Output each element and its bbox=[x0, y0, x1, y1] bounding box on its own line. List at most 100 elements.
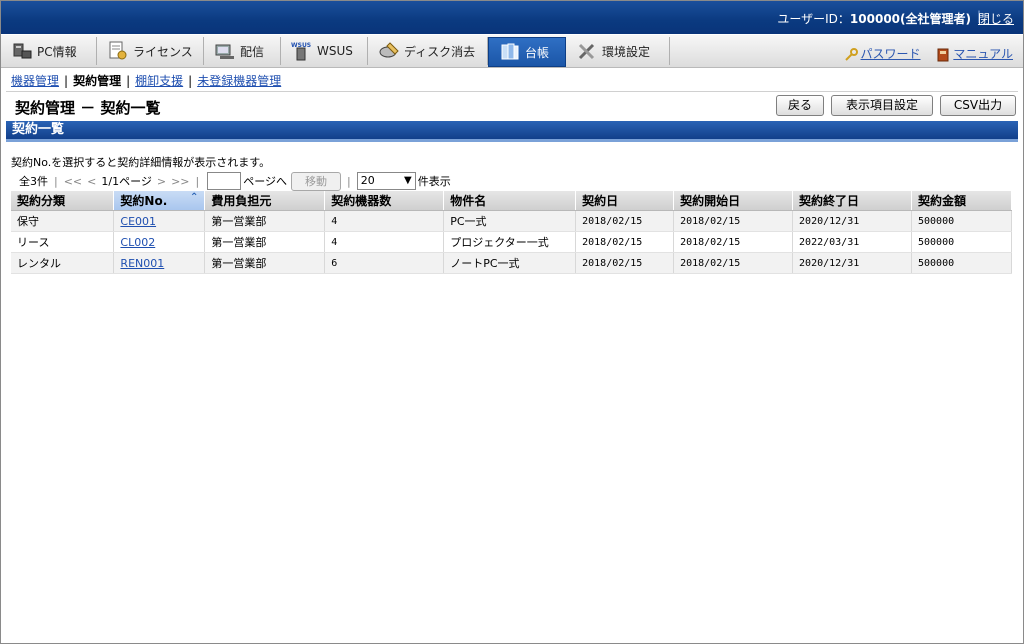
cell-amount: 500000 bbox=[911, 231, 1013, 253]
tab-delivery[interactable]: 配信 bbox=[204, 37, 281, 65]
cell-contract-date: 2018/02/15 bbox=[575, 210, 675, 232]
user-prefix: ユーザーID： bbox=[777, 12, 850, 26]
manual-icon bbox=[936, 48, 950, 62]
tab-label: 配信 bbox=[240, 44, 265, 59]
cell-category: レンタル bbox=[11, 252, 115, 274]
contract-no-link[interactable]: CL002 bbox=[120, 236, 155, 249]
cell-end-date: 2020/12/31 bbox=[792, 252, 912, 274]
column-header[interactable]: 物件名 bbox=[443, 191, 577, 211]
cell-amount: 500000 bbox=[911, 252, 1013, 274]
column-header[interactable]: 契約開始日 bbox=[673, 191, 794, 211]
cell-item-name: プロジェクター一式 bbox=[443, 231, 577, 253]
chevron-down-icon: ▼ bbox=[404, 175, 412, 186]
tools-icon bbox=[576, 40, 598, 62]
key-icon bbox=[844, 47, 858, 62]
tab-label: ディスク消去 bbox=[404, 44, 476, 59]
cell-start-date: 2018/02/15 bbox=[673, 210, 794, 232]
tab-pc-info[interactable]: PC情報 bbox=[1, 37, 97, 65]
cell-start-date: 2018/02/15 bbox=[673, 252, 794, 274]
tab-label: 台帳 bbox=[525, 45, 550, 60]
cell-end-date: 2020/12/31 bbox=[792, 210, 912, 232]
table-row: リース CL002 第一営業部 4 プロジェクター一式 2018/02/15 2… bbox=[11, 231, 1013, 253]
contract-table: 契約分類 契約No. ⌃ 費用負担元 契約機器数 物件名 契約日 契約開始日 契約… bbox=[11, 191, 1013, 274]
cell-category: リース bbox=[11, 231, 115, 253]
password-link[interactable]: パスワード bbox=[861, 47, 921, 61]
cell-cost-owner: 第一営業部 bbox=[204, 210, 326, 232]
cell-device-count: 6 bbox=[324, 252, 445, 274]
subnav-equipment[interactable]: 機器管理 bbox=[11, 74, 59, 88]
pagination: 全3件 | << < 1/1ページ > >> | ページへ 移動 | 20 ▼ 件… bbox=[19, 171, 451, 191]
tab-settings[interactable]: 環境設定 bbox=[566, 37, 670, 65]
column-header[interactable]: 契約機器数 bbox=[324, 191, 445, 211]
tab-disk-erase[interactable]: ディスク消去 bbox=[368, 37, 488, 65]
cell-amount: 500000 bbox=[911, 210, 1013, 232]
display-settings-button[interactable]: 表示項目設定 bbox=[831, 95, 933, 116]
manual-link[interactable]: マニュアル bbox=[953, 47, 1013, 61]
delivery-icon bbox=[214, 40, 236, 62]
cell-cost-owner: 第一営業部 bbox=[204, 231, 326, 253]
cell-device-count: 4 bbox=[324, 231, 445, 253]
csv-export-button[interactable]: CSV出力 bbox=[940, 95, 1016, 116]
contract-no-link[interactable]: CE001 bbox=[120, 215, 156, 228]
subnav-unregistered[interactable]: 未登録機器管理 bbox=[197, 74, 281, 88]
cell-end-date: 2022/03/31 bbox=[792, 231, 912, 253]
first-page-link: << bbox=[63, 174, 83, 188]
main-tab-bar: PC情報 ライセンス 配信 WSUS WSUS ディスク消去 台帳 環境設定 パ… bbox=[1, 35, 1023, 68]
per-page-value: 20 bbox=[360, 174, 375, 187]
subnav-inventory[interactable]: 棚卸支援 bbox=[135, 74, 183, 88]
page-suffix: ページへ bbox=[243, 175, 288, 188]
total-count: 全3件 bbox=[19, 175, 48, 188]
ledger-icon bbox=[499, 41, 521, 63]
page-info: 1/1ページ bbox=[101, 175, 152, 188]
column-header[interactable]: 契約終了日 bbox=[792, 191, 912, 211]
column-header[interactable]: 費用負担元 bbox=[204, 191, 326, 211]
cell-cost-owner: 第一営業部 bbox=[204, 252, 326, 274]
section-underline bbox=[6, 139, 1018, 142]
license-icon bbox=[107, 40, 129, 62]
section-header: 契約一覧 bbox=[6, 121, 1018, 139]
top-header-bar: ユーザーID：100000(全社管理者) | 閉じる bbox=[1, 1, 1023, 34]
column-header-sorted[interactable]: 契約No. ⌃ bbox=[113, 191, 206, 211]
page-title: 契約管理 － 契約一覧 bbox=[15, 99, 161, 117]
table-row: レンタル REN001 第一営業部 6 ノートPC一式 2018/02/15 2… bbox=[11, 252, 1013, 274]
column-header[interactable]: 契約金額 bbox=[911, 191, 1013, 211]
instruction-note: 契約No.を選択すると契約詳細情報が表示されます。 bbox=[11, 156, 271, 169]
disk-erase-icon bbox=[378, 40, 400, 62]
pc-icon bbox=[11, 40, 33, 62]
per-page-select[interactable]: 20 ▼ bbox=[356, 172, 416, 190]
divider bbox=[6, 91, 1018, 92]
column-header[interactable]: 契約日 bbox=[575, 191, 675, 211]
cell-start-date: 2018/02/15 bbox=[673, 231, 794, 253]
utility-links: パスワード マニュアル bbox=[832, 45, 1013, 62]
tab-label: WSUS bbox=[317, 44, 353, 58]
move-button[interactable]: 移動 bbox=[291, 171, 342, 191]
per-page-suffix: 件表示 bbox=[417, 175, 451, 188]
sort-ascending-icon: ⌃ bbox=[190, 192, 199, 203]
subnav-contract: 契約管理 bbox=[73, 74, 122, 88]
last-page-link: >> bbox=[171, 174, 190, 188]
tab-label: 環境設定 bbox=[602, 44, 651, 59]
tab-ledger[interactable]: 台帳 bbox=[488, 37, 566, 67]
back-button[interactable]: 戻る bbox=[776, 95, 824, 116]
cell-contract-date: 2018/02/15 bbox=[575, 231, 675, 253]
tab-label: ライセンス bbox=[133, 44, 193, 59]
tab-label: PC情報 bbox=[37, 44, 77, 59]
table-row: 保守 CE001 第一営業部 4 PC一式 2018/02/15 2018/02… bbox=[11, 210, 1013, 232]
column-header[interactable]: 契約分類 bbox=[11, 191, 115, 211]
table-header-row: 契約分類 契約No. ⌃ 費用負担元 契約機器数 物件名 契約日 契約開始日 契約… bbox=[11, 191, 1013, 211]
tab-license[interactable]: ライセンス bbox=[97, 37, 204, 65]
user-info: ユーザーID：100000(全社管理者) bbox=[777, 10, 971, 27]
cell-device-count: 4 bbox=[324, 210, 445, 232]
close-link[interactable]: 閉じる bbox=[978, 10, 1014, 27]
contract-no-link[interactable]: REN001 bbox=[120, 257, 164, 270]
page-number-input[interactable] bbox=[207, 172, 242, 190]
next-page-link: > bbox=[156, 174, 167, 188]
section-title: 契約一覧 bbox=[12, 122, 65, 137]
cell-item-name: PC一式 bbox=[443, 210, 577, 232]
cell-item-name: ノートPC一式 bbox=[443, 252, 577, 274]
prev-page-link: < bbox=[87, 174, 97, 188]
tab-wsus[interactable]: WSUS WSUS bbox=[281, 37, 368, 65]
wsus-icon: WSUS bbox=[291, 40, 313, 62]
cell-category: 保守 bbox=[11, 210, 115, 232]
user-id: 100000(全社管理者) bbox=[849, 12, 971, 26]
